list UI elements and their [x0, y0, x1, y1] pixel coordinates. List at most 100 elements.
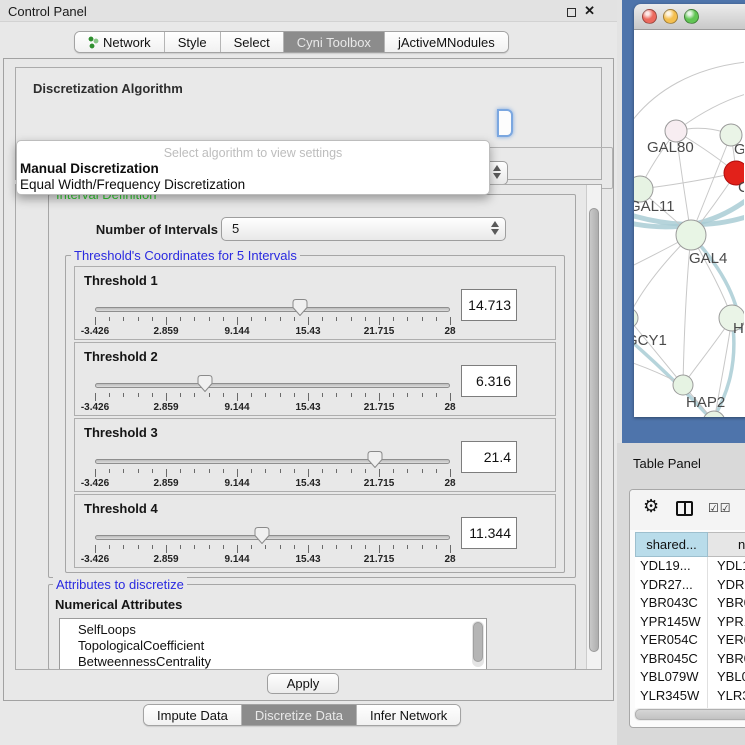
- cell-shared-name[interactable]: YBR043C: [635, 594, 708, 613]
- cell-name[interactable]: YBR0: [708, 650, 745, 669]
- thresholds-group-title: Threshold's Coordinates for 5 Intervals: [71, 248, 300, 263]
- threshold-slider[interactable]: -3.4262.8599.14415.4321.71528: [95, 495, 450, 569]
- network-canvas[interactable]: GAL80GACGAL11GAL4GCY1HHAP2: [634, 30, 745, 417]
- cell-shared-name[interactable]: YLR345W: [635, 687, 708, 706]
- attributes-list-scrollbar[interactable]: [472, 621, 484, 667]
- table-horizontal-scrollbar[interactable]: [634, 708, 745, 721]
- cell-shared-name[interactable]: YDL19...: [635, 557, 708, 576]
- control-panel-titlebar[interactable]: Control Panel ✕: [0, 0, 617, 22]
- network-window[interactable]: GAL80GACGAL11GAL4GCY1HHAP2: [634, 4, 745, 417]
- table-panel: Table Panel ⚙ ☑☑ shared... na YDL19...YD…: [617, 443, 745, 745]
- threshold-value-field[interactable]: 6.316: [461, 365, 517, 397]
- numerical-attributes-list[interactable]: SelfLoopsTopologicalCoefficientBetweenne…: [59, 618, 487, 670]
- slider-tick-labels: -3.4262.8599.14415.4321.71528: [95, 402, 450, 414]
- tab-network[interactable]: Network: [75, 32, 165, 52]
- cell-shared-name[interactable]: YDR27...: [635, 576, 708, 595]
- tab-impute-data[interactable]: Impute Data: [144, 705, 242, 725]
- threshold-slider[interactable]: -3.4262.8599.14415.4321.71528: [95, 267, 450, 341]
- threshold-row: Threshold 1 -3.4262.8599.14415.4321.7152…: [74, 266, 556, 340]
- threshold-row: Threshold 3 -3.4262.8599.14415.4321.7152…: [74, 418, 556, 492]
- gear-icon[interactable]: ⚙: [643, 496, 659, 517]
- slider-track[interactable]: [95, 535, 450, 540]
- slider-thumb[interactable]: [254, 527, 269, 544]
- network-node-gcy1[interactable]: [634, 308, 638, 328]
- combo-stepper-icon[interactable]: [493, 165, 501, 179]
- node-label-hap2: HAP2: [686, 394, 725, 411]
- cell-name[interactable]: YDL1: [708, 557, 745, 576]
- spinner-stepper-icon[interactable]: [491, 221, 499, 235]
- tab-style[interactable]: Style: [165, 32, 221, 52]
- columns-icon[interactable]: [676, 501, 693, 516]
- cell-shared-name[interactable]: YBL079W: [635, 668, 708, 687]
- cell-name[interactable]: YLR3: [708, 687, 745, 706]
- tab-label: Impute Data: [157, 708, 228, 723]
- table-row[interactable]: YBR045CYBR0: [635, 650, 745, 669]
- threshold-value-field[interactable]: 11.344: [461, 517, 517, 549]
- threshold-value-field[interactable]: 21.4: [461, 441, 517, 473]
- apply-button[interactable]: Apply: [267, 673, 339, 694]
- cell-name[interactable]: YDR2: [708, 576, 745, 595]
- attribute-item-betweennesscentrality[interactable]: BetweennessCentrality: [78, 654, 486, 670]
- table-row[interactable]: YER054CYER0: [635, 631, 745, 650]
- tab-select[interactable]: Select: [221, 32, 284, 52]
- control-panel-title: Control Panel: [8, 4, 87, 19]
- cell-shared-name[interactable]: YPR145W: [635, 613, 708, 632]
- cell-shared-name[interactable]: YER054C: [635, 631, 708, 650]
- slider-thumb[interactable]: [198, 375, 213, 392]
- node-label-gal11: GAL11: [634, 198, 675, 215]
- threshold-value-field[interactable]: 14.713: [461, 289, 517, 321]
- algorithm-option-manual-discretization[interactable]: Manual Discretization: [20, 161, 159, 176]
- algorithm-combo[interactable]: [497, 109, 513, 137]
- network-node-gal4[interactable]: [676, 220, 706, 250]
- column-header-name[interactable]: na: [708, 532, 745, 557]
- threshold-slider[interactable]: -3.4262.8599.14415.4321.71528: [95, 419, 450, 493]
- threshold-row: Threshold 4 -3.4262.8599.14415.4321.7152…: [74, 494, 556, 568]
- float-window-icon[interactable]: [567, 8, 576, 17]
- node-label-gal4: GAL4: [689, 250, 727, 267]
- tab-jactivemnodules[interactable]: jActiveMNodules: [385, 32, 508, 52]
- table-row[interactable]: YDL19...YDL1: [635, 557, 745, 576]
- settings-vertical-scrollbar[interactable]: [586, 185, 601, 669]
- close-icon[interactable]: ✕: [584, 3, 595, 19]
- cell-shared-name[interactable]: YBR045C: [635, 650, 708, 669]
- network-window-titlebar[interactable]: [634, 4, 745, 30]
- cyni-mode-tab-bar: Impute Data Discretize DataInfer Network: [143, 704, 461, 726]
- algorithm-dropdown-hint: Select algorithm to view settings: [17, 146, 489, 160]
- attribute-item-topologicalcoefficient[interactable]: TopologicalCoefficient: [78, 638, 486, 654]
- tab-discretize-data[interactable]: Discretize Data: [242, 705, 357, 725]
- cell-name[interactable]: YER0: [708, 631, 745, 650]
- threshold-slider[interactable]: -3.4262.8599.14415.4321.71528: [95, 343, 450, 417]
- tab-label: Network: [103, 35, 151, 50]
- number-of-intervals-spinner[interactable]: 5: [221, 217, 506, 241]
- cell-name[interactable]: YBL0: [708, 668, 745, 687]
- slider-tick-labels: -3.4262.8599.14415.4321.71528: [95, 554, 450, 566]
- slider-track[interactable]: [95, 383, 450, 388]
- tab-infer-network[interactable]: Infer Network: [357, 705, 460, 725]
- number-of-intervals-value: 5: [232, 221, 239, 236]
- table-row[interactable]: YBR043CYBR0: [635, 594, 745, 613]
- slider-thumb[interactable]: [368, 451, 383, 468]
- tab-cyni-toolbox[interactable]: Cyni Toolbox: [284, 32, 385, 52]
- cell-name[interactable]: YBR0: [708, 594, 745, 613]
- checkbox-icons[interactable]: ☑☑: [708, 501, 732, 515]
- settings-scrollbar-thumb[interactable]: [589, 208, 599, 652]
- table-row[interactable]: YPR145WYPR1: [635, 613, 745, 632]
- close-traffic-light-icon[interactable]: [642, 9, 657, 24]
- network-node-hap2[interactable]: [673, 375, 693, 395]
- cell-name[interactable]: YPR1: [708, 613, 745, 632]
- network-window-frame[interactable]: GAL80GACGAL11GAL4GCY1HHAP2: [622, 0, 745, 443]
- column-header-shared-name[interactable]: shared...: [635, 532, 708, 557]
- slider-thumb[interactable]: [292, 299, 307, 316]
- table-row[interactable]: YDR27...YDR2: [635, 576, 745, 595]
- minimize-traffic-light-icon[interactable]: [663, 9, 678, 24]
- slider-track[interactable]: [95, 307, 450, 312]
- slider-track[interactable]: [95, 459, 450, 464]
- table-toolbar: ⚙ ☑☑: [630, 490, 745, 530]
- zoom-traffic-light-icon[interactable]: [684, 9, 699, 24]
- table-hscrollbar-thumb[interactable]: [635, 709, 745, 720]
- attribute-item-selfloops[interactable]: SelfLoops: [78, 622, 486, 638]
- settings-scroll-pane: Interval Definition Number of Intervals …: [15, 184, 602, 670]
- algorithm-option-equal-width-frequency-discretization[interactable]: Equal Width/Frequency Discretization: [20, 177, 245, 192]
- table-row[interactable]: YLR345WYLR3: [635, 687, 745, 706]
- table-row[interactable]: YBL079WYBL0: [635, 668, 745, 687]
